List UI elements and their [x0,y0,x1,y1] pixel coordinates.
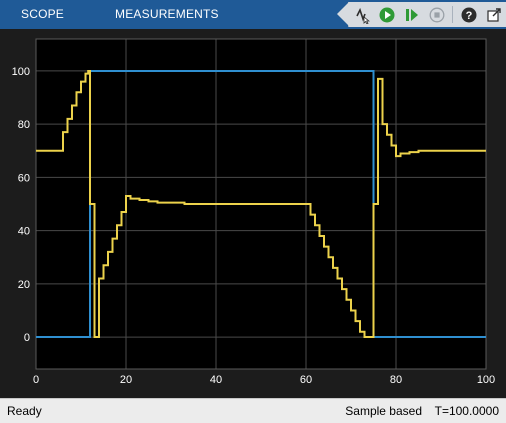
stop-icon [429,7,444,22]
signal-select-icon [355,7,370,24]
x-tick-labels: 0 20 40 60 80 100 [33,374,495,386]
y-tick-label: 40 [18,226,30,238]
step-forward-icon [405,8,418,21]
x-tick-label: 20 [120,374,132,386]
scope-chart[interactable]: 0 20 40 60 80 100 0 20 40 60 80 100 [0,29,506,398]
status-sample-mode: Sample based [345,404,422,418]
x-tick-label: 80 [390,374,402,386]
tab-scope[interactable]: SCOPE [0,0,101,29]
help-icon: ? [461,7,476,22]
scope-toolstrip: SCOPE MEASUREMENTS ? [0,0,506,29]
x-tick-label: 0 [33,374,39,386]
status-sim-time: T=100.0000 [434,404,499,418]
status-ready: Ready [7,404,42,418]
x-tick-label: 60 [300,374,312,386]
y-tick-label: 0 [24,332,30,344]
y-tick-label: 80 [18,119,30,131]
status-bar: Ready Sample based T=100.0000 [0,398,506,423]
toolbar-notch [337,2,349,26]
svg-text:?: ? [465,10,472,22]
y-tick-labels: 0 20 40 60 80 100 [12,66,30,344]
scope-plot-area: 0 20 40 60 80 100 0 20 40 60 80 100 [0,29,506,398]
tab-measurements[interactable]: MEASUREMENTS [101,0,233,29]
run-button[interactable] [374,2,399,27]
step-forward-button[interactable] [399,2,424,27]
scope-toolbar: ? [337,2,506,27]
stop-button[interactable] [424,2,449,27]
y-tick-label: 60 [18,172,30,184]
signal-selection-button[interactable] [349,2,374,27]
run-icon [379,7,394,22]
y-tick-label: 100 [12,66,30,78]
toolbar-separator [452,6,453,23]
x-tick-label: 100 [477,374,495,386]
help-button[interactable]: ? [456,2,481,27]
undock-button[interactable] [481,2,506,27]
x-tick-label: 40 [210,374,222,386]
y-tick-label: 20 [18,279,30,291]
undock-icon [486,7,501,22]
